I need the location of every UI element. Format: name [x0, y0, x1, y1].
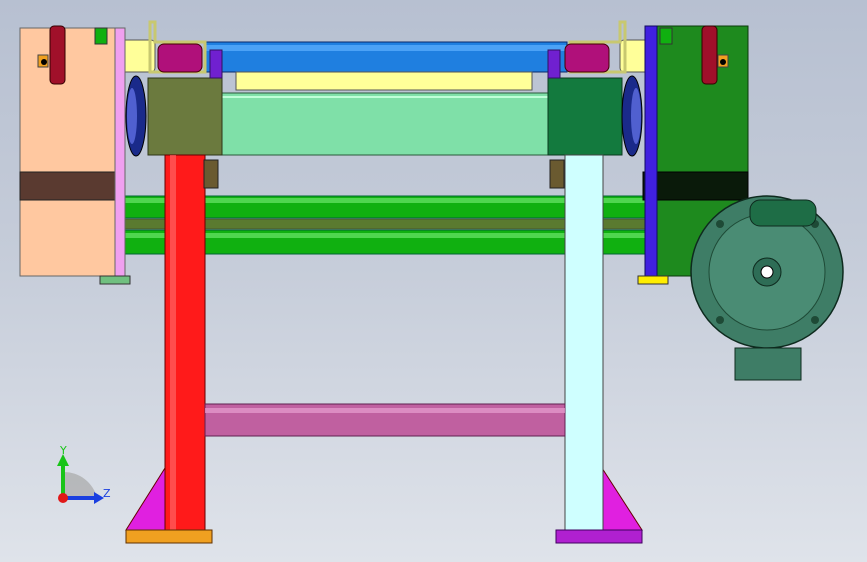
left-clip — [209, 49, 223, 79]
right-leg — [564, 154, 604, 531]
right-clip — [547, 49, 561, 79]
yellow-plate — [235, 71, 533, 91]
right-gusset — [601, 466, 643, 531]
triad-origin — [58, 493, 68, 503]
left-housing-band — [19, 171, 124, 201]
motor-bolt-icon — [716, 316, 724, 324]
left-bearing-face — [127, 88, 137, 144]
blue-bar-highlight — [205, 45, 567, 51]
motor-shaft-icon — [760, 265, 774, 279]
motor-bolt-icon — [716, 220, 724, 228]
right-foot — [555, 529, 643, 544]
left-housing-body — [19, 27, 119, 277]
left-housing-side — [114, 27, 126, 277]
right-housing-band — [642, 171, 749, 201]
right-housing-foot — [637, 275, 669, 285]
left-top-tab — [94, 27, 108, 45]
right-screw-hole-icon — [720, 59, 726, 65]
motor-bolt-icon — [811, 316, 819, 324]
right-bearing-block — [547, 77, 623, 156]
left-foot — [125, 529, 213, 544]
left-leg-highlight — [170, 155, 176, 530]
cad-viewport[interactable]: Y Z — [0, 0, 867, 562]
cross-beam-highlight — [205, 408, 565, 413]
right-housing-side — [644, 25, 658, 277]
right-bolt — [549, 159, 565, 189]
center-block — [219, 92, 551, 156]
left-screw-hole-icon — [41, 59, 47, 65]
left-bearing-block — [147, 77, 223, 156]
right-flange-icon — [701, 25, 718, 85]
assembly-model[interactable]: Y Z — [0, 0, 867, 562]
right-roller — [564, 43, 610, 73]
left-roller — [157, 43, 203, 73]
triad-quadrant — [63, 471, 97, 498]
left-housing-foot — [99, 275, 131, 285]
left-flange-icon — [49, 25, 66, 85]
motor-icon[interactable] — [690, 195, 844, 381]
z-axis-label: Z — [103, 487, 111, 500]
y-axis-label: Y — [59, 444, 67, 457]
left-bolt — [203, 159, 219, 189]
coordinate-triad-icon: Y Z — [57, 444, 111, 504]
right-bearing-face — [631, 88, 641, 144]
left-gusset — [125, 466, 166, 531]
right-top-tab — [659, 27, 673, 45]
top-assembly[interactable] — [147, 41, 623, 156]
motor-terminal-box — [749, 199, 817, 227]
motor-base — [734, 347, 802, 381]
